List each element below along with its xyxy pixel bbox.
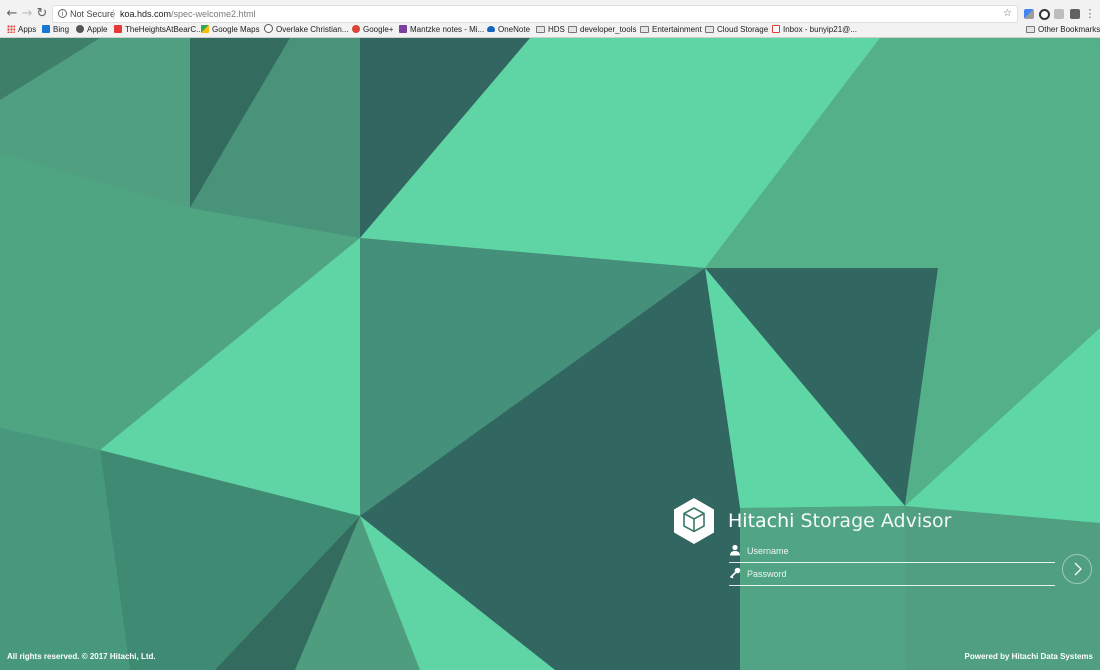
bookmark-google-plus[interactable]: Google+ — [352, 24, 393, 36]
apple-icon — [76, 25, 84, 33]
folder-icon — [1026, 26, 1035, 33]
google-plus-icon — [352, 25, 360, 33]
onenote-icon — [399, 25, 407, 33]
extension-pen-icon[interactable] — [1024, 9, 1034, 19]
bookmark-overlake[interactable]: Overlake Christian... — [264, 24, 348, 36]
powered-by-text: Powered by Hitachi Data Systems — [964, 652, 1094, 661]
extension-circle-icon[interactable] — [1039, 9, 1050, 20]
bookmark-label: TheHeightsAtBearC... — [125, 25, 203, 34]
bookmark-inbox[interactable]: Inbox - bunyip21@... — [772, 24, 857, 36]
bookmark-label: Overlake Christian... — [276, 25, 349, 34]
password-input[interactable] — [747, 566, 1047, 582]
address-separator — [113, 9, 114, 19]
username-field — [729, 542, 1055, 563]
forward-button[interactable]: → — [19, 5, 35, 23]
welcome-page: Hitachi Storage Advisor All rights reser… — [0, 38, 1100, 670]
bookmark-label: Apps — [18, 25, 37, 34]
extension-square-icon[interactable] — [1054, 9, 1064, 19]
product-title: Hitachi Storage Advisor — [728, 510, 951, 532]
bookmark-cloud-storage[interactable]: Cloud Storage — [705, 24, 768, 36]
folder-icon — [705, 26, 714, 33]
folder-icon — [568, 26, 577, 33]
bookmark-google-maps[interactable]: Google Maps — [201, 24, 260, 36]
login-submit-button[interactable] — [1062, 554, 1092, 584]
gmail-icon — [772, 25, 780, 33]
address-bar[interactable]: i Not Secure koa.hds.com/spec-welcome2.h… — [52, 5, 1018, 23]
bookmark-star-icon[interactable]: ☆ — [1003, 6, 1012, 22]
user-icon — [730, 544, 740, 556]
url-host: koa.hds.com — [120, 9, 172, 19]
bookmark-label: Entertainment — [652, 25, 702, 34]
reload-button[interactable]: ↻ — [34, 5, 50, 23]
bookmark-bing[interactable]: Bing — [42, 24, 69, 36]
copyright-text: All rights reserved. © 2017 Hitachi, Ltd… — [7, 652, 156, 661]
browser-toolbar: ← → ↻ i Not Secure koa.hds.com/spec-welc… — [0, 4, 1100, 24]
hitachi-cube-logo-icon — [674, 498, 714, 544]
site-icon — [114, 25, 122, 33]
bookmark-label: Apple — [87, 25, 108, 34]
bookmarks-bar: Apps Bing Apple TheHeightsAtBearC... Goo… — [0, 24, 1100, 37]
bing-icon — [42, 25, 50, 33]
bookmark-hds[interactable]: HDS — [536, 24, 565, 36]
bookmark-label: OneNote — [498, 25, 531, 34]
bookmark-label: Cloud Storage — [717, 25, 769, 34]
security-label[interactable]: Not Secure — [70, 6, 115, 22]
login-panel: Hitachi Storage Advisor — [0, 38, 1100, 670]
password-field — [729, 565, 1055, 586]
extension-off-icon[interactable] — [1070, 9, 1080, 19]
folder-icon — [640, 26, 649, 33]
back-button[interactable]: ← — [4, 5, 20, 23]
bookmark-label: Google+ — [363, 25, 394, 34]
bookmark-apps[interactable]: Apps — [7, 24, 36, 36]
apps-grid-icon — [7, 25, 15, 33]
bookmark-other-bookmarks[interactable]: Other Bookmarks — [1026, 24, 1100, 36]
username-input[interactable] — [747, 543, 1047, 559]
bookmark-label: Inbox - bunyip21@... — [783, 25, 857, 34]
bookmark-onenote[interactable]: OneNote — [487, 24, 530, 36]
bookmark-apple[interactable]: Apple — [76, 24, 107, 36]
key-icon — [729, 567, 741, 579]
url-path: /spec-welcome2.html — [171, 9, 256, 19]
brand-primary: Hitachi — [728, 510, 795, 532]
maps-icon — [201, 25, 209, 33]
bookmark-developer-tools[interactable]: developer_tools — [568, 24, 636, 36]
browser-chrome: ← → ↻ i Not Secure koa.hds.com/spec-welc… — [0, 0, 1100, 38]
bookmark-label: HDS — [548, 25, 565, 34]
bookmark-label: Bing — [53, 25, 70, 34]
chevron-right-icon — [1074, 562, 1082, 576]
bookmark-heights[interactable]: TheHeightsAtBearC... — [114, 24, 203, 36]
bookmark-label: developer_tools — [580, 25, 637, 34]
browser-menu-icon[interactable]: ⋮ — [1082, 5, 1098, 23]
bookmark-label: Other Bookmarks — [1038, 25, 1100, 34]
site-icon — [264, 24, 273, 33]
info-icon[interactable]: i — [58, 9, 67, 18]
brand-secondary: Storage Advisor — [800, 510, 952, 532]
bookmark-mantzke-notes[interactable]: Mantzke notes - Mi... — [399, 24, 484, 36]
bookmark-label: Google Maps — [212, 25, 260, 34]
bookmark-label: Mantzke notes - Mi... — [410, 25, 485, 34]
cloud-icon — [487, 26, 495, 32]
folder-icon — [536, 26, 545, 33]
bookmark-entertainment[interactable]: Entertainment — [640, 24, 702, 36]
url-text[interactable]: koa.hds.com/spec-welcome2.html — [120, 6, 256, 22]
